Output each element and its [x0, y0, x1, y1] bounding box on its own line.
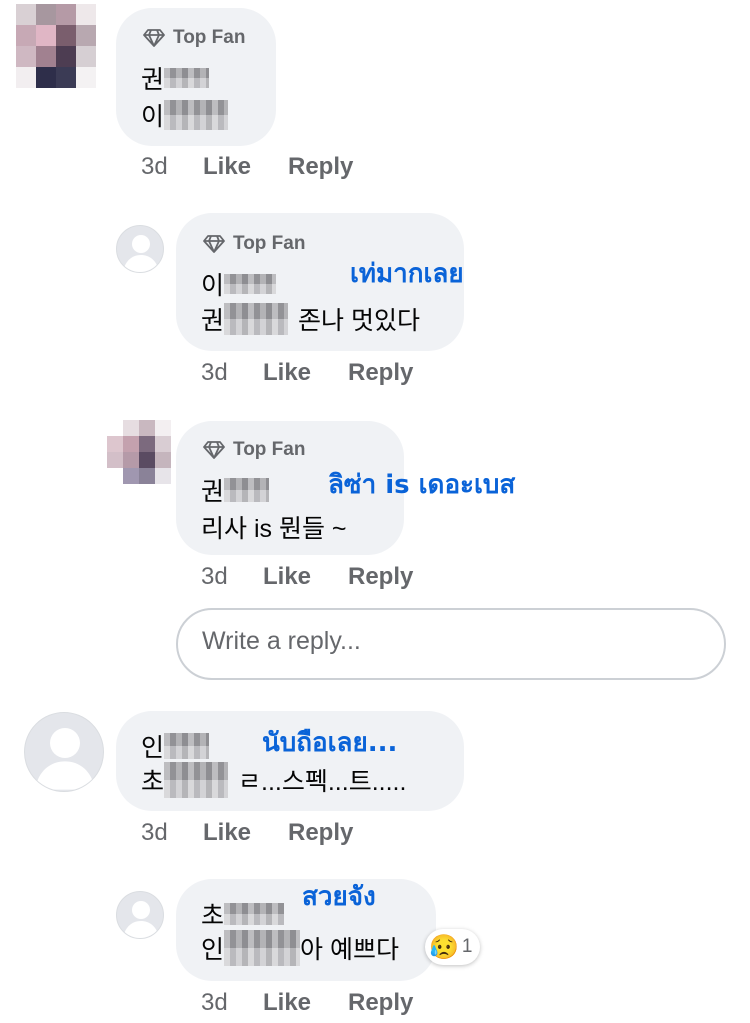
like-button[interactable]: Like [203, 819, 288, 847]
comment-actions: 3d Like Reply [201, 563, 413, 591]
reply-button[interactable]: Reply [348, 563, 413, 591]
annotation-text: สวยจัง [302, 882, 376, 912]
reply-input[interactable]: Write a reply... [176, 608, 726, 680]
redacted-name [224, 478, 270, 502]
redacted-name [224, 274, 277, 294]
annotation-text: เท่มากเลย [350, 259, 464, 289]
commenter-name[interactable]: 인 [141, 728, 210, 764]
top-fan-label: Top Fan [173, 27, 246, 48]
comment-text: 리사 is 뭔들 ~ [201, 515, 347, 543]
avatar[interactable] [16, 4, 96, 88]
reaction-count: 1 [461, 936, 473, 957]
reply-button[interactable]: Reply [348, 359, 413, 387]
comment-text: 초 ㄹ...스펙...트..... [141, 762, 406, 798]
comment-text: 이 [141, 97, 229, 133]
redacted-text [224, 930, 301, 966]
top-fan-label: Top Fan [233, 233, 306, 254]
comment-text: 권 존나 멋있다 [201, 301, 420, 337]
annotation-text: ลิซ่า is เดอะเบส [328, 470, 516, 500]
top-fan-label: Top Fan [233, 439, 306, 460]
like-button[interactable]: Like [263, 563, 348, 591]
avatar[interactable] [24, 712, 104, 792]
sad-face-icon: 😥 [429, 933, 459, 961]
timestamp[interactable]: 3d [141, 153, 203, 181]
top-fan-badge: Top Fan [203, 439, 305, 461]
top-fan-badge: Top Fan [203, 233, 305, 255]
redacted-text [164, 762, 229, 798]
top-fan-badge: Top Fan [143, 27, 245, 49]
redacted-text [164, 100, 229, 130]
redacted-name [164, 68, 210, 88]
commenter-name[interactable]: 권 [141, 60, 210, 96]
user-avatar-icon [35, 728, 95, 790]
like-button[interactable]: Like [263, 989, 348, 1017]
timestamp[interactable]: 3d [201, 359, 263, 387]
annotation-text: นับถือเลย... [262, 728, 398, 758]
commenter-name[interactable]: 초 [201, 896, 285, 932]
avatar[interactable] [107, 420, 171, 484]
redacted-name [164, 733, 210, 759]
avatar[interactable] [116, 891, 164, 939]
diamond-icon [203, 235, 225, 253]
comment-actions: 3d Like Reply [141, 153, 353, 181]
redacted-name [224, 903, 285, 925]
commenter-name[interactable]: 권 [201, 472, 270, 508]
redacted-text [224, 303, 289, 335]
timestamp[interactable]: 3d [201, 563, 263, 591]
diamond-icon [143, 29, 165, 47]
avatar[interactable] [116, 225, 164, 273]
diamond-icon [203, 441, 225, 459]
like-button[interactable]: Like [263, 359, 348, 387]
reply-button[interactable]: Reply [288, 153, 353, 181]
reply-button[interactable]: Reply [348, 989, 413, 1017]
user-avatar-icon [123, 235, 159, 272]
comment-actions: 3d Like Reply [201, 359, 413, 387]
commenter-name[interactable]: 이 [201, 266, 277, 302]
timestamp[interactable]: 3d [201, 989, 263, 1017]
reaction-badge[interactable]: 😥 1 [425, 929, 481, 965]
user-avatar-icon [123, 901, 159, 938]
comment-actions: 3d Like Reply [201, 989, 413, 1017]
like-button[interactable]: Like [203, 153, 288, 181]
reply-button[interactable]: Reply [288, 819, 353, 847]
comment-actions: 3d Like Reply [141, 819, 353, 847]
timestamp[interactable]: 3d [141, 819, 203, 847]
comment-text: 인아 예쁘다 [201, 930, 399, 966]
reply-input-placeholder: Write a reply... [202, 627, 361, 655]
